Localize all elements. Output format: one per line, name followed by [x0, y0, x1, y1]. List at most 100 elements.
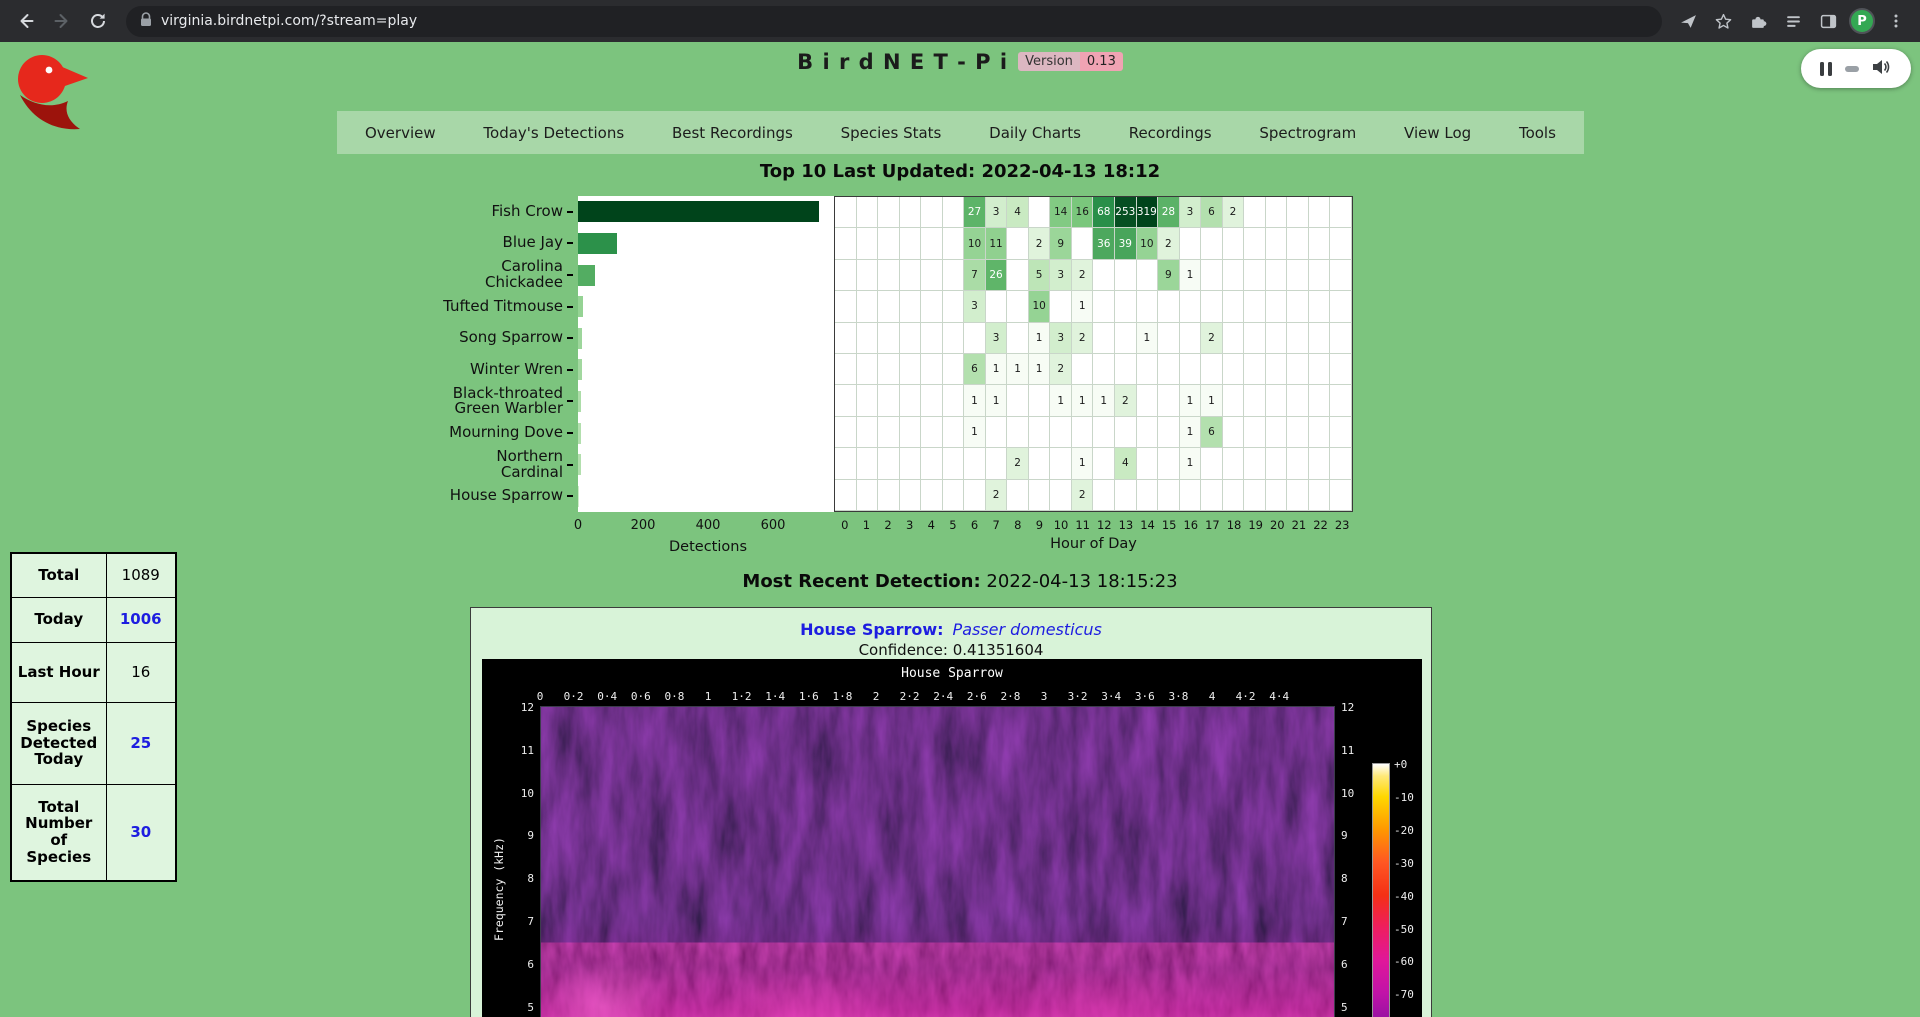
stats-row: Species Detected Today25	[11, 702, 176, 784]
stats-table-body: Total1089Today1006Last Hour16Species Det…	[11, 553, 176, 881]
bookmark-star-icon[interactable]	[1709, 7, 1737, 35]
heatmap-cell: 1	[1137, 323, 1159, 354]
spec-colorbar	[1372, 763, 1390, 1017]
species-name: Fish Crow	[491, 204, 563, 220]
heatmap-cell: 3	[1050, 323, 1072, 354]
species-name: Black-throated Green Warbler	[453, 386, 563, 418]
forward-icon[interactable]	[46, 5, 78, 37]
stats-row: Last Hour16	[11, 642, 176, 702]
heatmap-cell	[1330, 323, 1352, 354]
volume-icon[interactable]	[1872, 59, 1892, 79]
spec-freq-tick: 5	[1341, 1001, 1393, 1014]
heatmap-cell	[1309, 291, 1331, 322]
heatmap-cell	[1072, 417, 1094, 448]
heatmap-cell: 2	[1201, 323, 1223, 354]
stat-label: Total Number of Species	[11, 784, 106, 881]
stat-value-link[interactable]: 30	[106, 784, 176, 881]
send-icon[interactable]	[1674, 7, 1702, 35]
spec-time-tick: 0·4	[597, 690, 617, 703]
browser-toolbar: virginia.birdnetpi.com/?stream=play P	[0, 0, 1920, 42]
hour-tick-label: 22	[1310, 518, 1332, 533]
species-label: House Sparrow	[337, 480, 573, 512]
heatmap-cell	[857, 385, 879, 416]
hour-tick-label: 15	[1158, 518, 1180, 533]
heatmap-cell	[1330, 480, 1352, 511]
nav-item-tools[interactable]: Tools	[1519, 124, 1556, 142]
heatmap-cell	[1287, 417, 1309, 448]
back-icon[interactable]	[10, 5, 42, 37]
nav-item-overview[interactable]: Overview	[365, 124, 436, 142]
detection-scientific-link[interactable]: Passer domesticus	[953, 620, 1102, 639]
player-seek-icon[interactable]	[1845, 66, 1859, 72]
confidence-label: Confidence:	[859, 641, 948, 659]
pause-icon[interactable]	[1820, 62, 1832, 76]
heatmap-cell	[1158, 417, 1180, 448]
nav-item-best-recordings[interactable]: Best Recordings	[672, 124, 793, 142]
heatmap-cell	[900, 385, 922, 416]
heatmap-cell	[943, 417, 965, 448]
heatmap-cell: 10	[964, 228, 986, 259]
heatmap-cell	[1093, 291, 1115, 322]
stat-value-link[interactable]: 1006	[106, 597, 176, 642]
heatmap-cell	[878, 354, 900, 385]
address-bar[interactable]: virginia.birdnetpi.com/?stream=play	[126, 6, 1662, 37]
heatmap-cell	[1158, 323, 1180, 354]
stats-row: Total Number of Species30	[11, 784, 176, 881]
spec-freq-tick: 8	[482, 872, 534, 885]
heatmap-cell: 27	[964, 197, 986, 228]
colorbar-tick: -30	[1394, 858, 1414, 870]
reading-list-icon[interactable]	[1779, 7, 1807, 35]
extensions-puzzle-icon[interactable]	[1744, 7, 1772, 35]
profile-avatar[interactable]: P	[1849, 8, 1875, 34]
heatmap-cell: 2	[1223, 197, 1245, 228]
hour-tick-label: 6	[964, 518, 986, 533]
heatmap-cell	[1180, 291, 1202, 322]
side-panel-icon[interactable]	[1814, 7, 1842, 35]
spec-time-tick: 4·4	[1269, 690, 1289, 703]
heatmap-cell	[1287, 260, 1309, 291]
nav-item-recordings[interactable]: Recordings	[1129, 124, 1212, 142]
spec-time-tick: 1	[705, 690, 712, 703]
heatmap-cell	[1115, 480, 1137, 511]
species-label: Tufted Titmouse	[337, 291, 573, 323]
detections-bar	[578, 391, 581, 412]
nav-item-daily-charts[interactable]: Daily Charts	[989, 124, 1081, 142]
species-name: Mourning Dove	[449, 425, 563, 441]
menu-dots-icon[interactable]	[1882, 7, 1910, 35]
heatmap-cell	[1223, 228, 1245, 259]
spec-time-tick: 0·8	[664, 690, 684, 703]
heatmap-cell	[1266, 480, 1288, 511]
heatmap-cell: 16	[1072, 197, 1094, 228]
heatmap-cell	[1223, 417, 1245, 448]
heatmap-cell	[1309, 323, 1331, 354]
spec-time-tick: 2	[873, 690, 880, 703]
detection-species-link[interactable]: House Sparrow:	[800, 620, 943, 639]
axis-tick	[567, 274, 573, 276]
page: virginia.birdnetpi.com/?stream=play P	[0, 0, 1920, 1017]
nav-item-view-log[interactable]: View Log	[1404, 124, 1471, 142]
detections-bar	[578, 328, 582, 349]
spec-freq-tick: 11	[482, 744, 534, 757]
spec-time-tick: 0·2	[564, 690, 584, 703]
reload-icon[interactable]	[82, 5, 114, 37]
stat-label: Species Detected Today	[11, 702, 106, 784]
stat-value: 16	[106, 642, 176, 702]
heatmap-cell: 2	[1115, 385, 1137, 416]
heatmap-cell: 6	[1201, 417, 1223, 448]
stat-value-link[interactable]: 25	[106, 702, 176, 784]
heatmap-cell	[1158, 480, 1180, 511]
species-label: Carolina Chickadee	[337, 259, 573, 291]
heatmap-cell	[1309, 197, 1331, 228]
heatmap-cell	[1115, 323, 1137, 354]
nav-item-spectrogram[interactable]: Spectrogram	[1259, 124, 1356, 142]
heatmap-cell: 1	[1007, 354, 1029, 385]
heatmap-cell: 2	[1029, 228, 1051, 259]
heatmap-cell	[986, 291, 1008, 322]
spec-time-tick: 0·6	[631, 690, 651, 703]
nav-item-species-stats[interactable]: Species Stats	[841, 124, 942, 142]
heatmap-cell: 1	[1201, 385, 1223, 416]
nav-item-today-s-detections[interactable]: Today's Detections	[483, 124, 624, 142]
heatmap-cell	[986, 448, 1008, 479]
heatmap-cell	[900, 354, 922, 385]
heatmap-cell	[1309, 448, 1331, 479]
